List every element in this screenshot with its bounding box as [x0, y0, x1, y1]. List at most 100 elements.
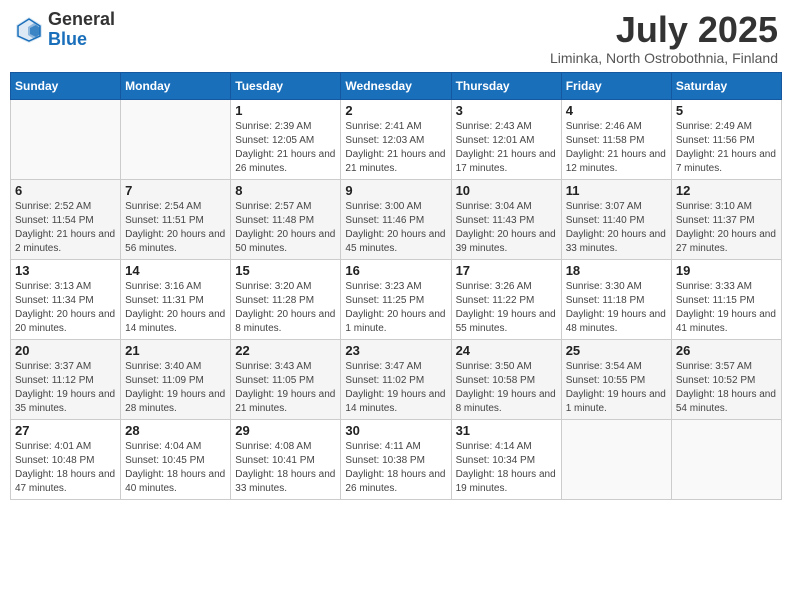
- day-number: 3: [456, 103, 557, 118]
- day-info: Sunrise: 3:37 AM Sunset: 11:12 PM Daylig…: [15, 360, 116, 416]
- day-number: 17: [456, 263, 557, 278]
- calendar-cell: 1 Sunrise: 2:39 AM Sunset: 12:05 AM Dayli…: [231, 99, 341, 179]
- calendar-cell: 18 Sunrise: 3:30 AM Sunset: 11:18 PM Dayl…: [561, 259, 671, 339]
- day-number: 1: [235, 103, 336, 118]
- calendar-cell: 19Sunrise: 3:33 AM Sunset: 11:15 PM Dayl…: [671, 259, 781, 339]
- calendar-cell: 14 Sunrise: 3:16 AM Sunset: 11:31 PM Dayl…: [121, 259, 231, 339]
- day-number: 15: [235, 263, 336, 278]
- weekday-friday: Friday: [561, 72, 671, 99]
- calendar-week-5: 27 Sunrise: 4:01 AM Sunset: 10:48 PM Dayl…: [11, 419, 782, 499]
- calendar-cell: 16Sunrise: 3:23 AM Sunset: 11:25 PM Dayl…: [341, 259, 451, 339]
- day-info: Sunrise: 3:16 AM Sunset: 11:31 PM Daylig…: [125, 280, 226, 336]
- calendar-week-2: 6 Sunrise: 2:52 AM Sunset: 11:54 PM Dayli…: [11, 179, 782, 259]
- day-number: 8: [235, 183, 336, 198]
- weekday-tuesday: Tuesday: [231, 72, 341, 99]
- day-info: Sunrise: 4:04 AM Sunset: 10:45 PM Daylig…: [125, 440, 226, 496]
- day-number: 12: [676, 183, 777, 198]
- logo-icon: [14, 15, 44, 45]
- calendar-title: July 2025: [550, 10, 778, 50]
- calendar-cell: [121, 99, 231, 179]
- weekday-wednesday: Wednesday: [341, 72, 451, 99]
- calendar-cell: 9Sunrise: 3:00 AM Sunset: 11:46 PM Dayli…: [341, 179, 451, 259]
- logo-general: General: [48, 10, 115, 30]
- day-info: Sunrise: 3:47 AM Sunset: 11:02 PM Daylig…: [345, 360, 446, 416]
- day-number: 5: [676, 103, 777, 118]
- weekday-monday: Monday: [121, 72, 231, 99]
- calendar-week-1: 1 Sunrise: 2:39 AM Sunset: 12:05 AM Dayli…: [11, 99, 782, 179]
- calendar-cell: 8 Sunrise: 2:57 AM Sunset: 11:48 PM Dayli…: [231, 179, 341, 259]
- day-number: 6: [15, 183, 116, 198]
- day-number: 20: [15, 343, 116, 358]
- calendar-cell: 28 Sunrise: 4:04 AM Sunset: 10:45 PM Dayl…: [121, 419, 231, 499]
- logo-blue: Blue: [48, 30, 115, 50]
- calendar-cell: 21 Sunrise: 3:40 AM Sunset: 11:09 PM Dayl…: [121, 339, 231, 419]
- weekday-thursday: Thursday: [451, 72, 561, 99]
- day-info: Sunrise: 4:14 AM Sunset: 10:34 PM Daylig…: [456, 440, 557, 496]
- calendar-cell: 3 Sunrise: 2:43 AM Sunset: 12:01 AM Dayli…: [451, 99, 561, 179]
- calendar-week-3: 13Sunrise: 3:13 AM Sunset: 11:34 PM Dayl…: [11, 259, 782, 339]
- calendar-cell: 22 Sunrise: 3:43 AM Sunset: 11:05 PM Dayl…: [231, 339, 341, 419]
- day-number: 4: [566, 103, 667, 118]
- calendar-week-4: 20 Sunrise: 3:37 AM Sunset: 11:12 PM Dayl…: [11, 339, 782, 419]
- weekday-header-row: SundayMondayTuesdayWednesdayThursdayFrid…: [11, 72, 782, 99]
- calendar-cell: 5 Sunrise: 2:49 AM Sunset: 11:56 PM Dayli…: [671, 99, 781, 179]
- day-info: Sunrise: 3:40 AM Sunset: 11:09 PM Daylig…: [125, 360, 226, 416]
- weekday-sunday: Sunday: [11, 72, 121, 99]
- calendar-cell: 20 Sunrise: 3:37 AM Sunset: 11:12 PM Dayl…: [11, 339, 121, 419]
- calendar-cell: 30Sunrise: 4:11 AM Sunset: 10:38 PM Dayl…: [341, 419, 451, 499]
- calendar-cell: 25 Sunrise: 3:54 AM Sunset: 10:55 PM Dayl…: [561, 339, 671, 419]
- day-info: Sunrise: 3:20 AM Sunset: 11:28 PM Daylig…: [235, 280, 336, 336]
- calendar-cell: 24 Sunrise: 3:50 AM Sunset: 10:58 PM Dayl…: [451, 339, 561, 419]
- day-number: 11: [566, 183, 667, 198]
- calendar-cell: [561, 419, 671, 499]
- calendar-cell: 27 Sunrise: 4:01 AM Sunset: 10:48 PM Dayl…: [11, 419, 121, 499]
- day-number: 18: [566, 263, 667, 278]
- page-header: General Blue July 2025 Liminka, North Os…: [10, 10, 782, 66]
- day-number: 9: [345, 183, 446, 198]
- day-info: Sunrise: 2:39 AM Sunset: 12:05 AM Daylig…: [235, 120, 336, 176]
- calendar-cell: [11, 99, 121, 179]
- calendar-cell: 13Sunrise: 3:13 AM Sunset: 11:34 PM Dayl…: [11, 259, 121, 339]
- calendar-table: SundayMondayTuesdayWednesdayThursdayFrid…: [10, 72, 782, 500]
- day-info: Sunrise: 4:01 AM Sunset: 10:48 PM Daylig…: [15, 440, 116, 496]
- day-info: Sunrise: 3:07 AM Sunset: 11:40 PM Daylig…: [566, 200, 667, 256]
- calendar-cell: 6 Sunrise: 2:52 AM Sunset: 11:54 PM Dayli…: [11, 179, 121, 259]
- day-info: Sunrise: 2:57 AM Sunset: 11:48 PM Daylig…: [235, 200, 336, 256]
- day-info: Sunrise: 3:43 AM Sunset: 11:05 PM Daylig…: [235, 360, 336, 416]
- day-number: 28: [125, 423, 226, 438]
- calendar-cell: 12 Sunrise: 3:10 AM Sunset: 11:37 PM Dayl…: [671, 179, 781, 259]
- day-number: 23: [345, 343, 446, 358]
- calendar-cell: 29Sunrise: 4:08 AM Sunset: 10:41 PM Dayl…: [231, 419, 341, 499]
- calendar-cell: 4Sunrise: 2:46 AM Sunset: 11:58 PM Dayli…: [561, 99, 671, 179]
- day-number: 31: [456, 423, 557, 438]
- day-number: 10: [456, 183, 557, 198]
- calendar-cell: [671, 419, 781, 499]
- day-info: Sunrise: 2:43 AM Sunset: 12:01 AM Daylig…: [456, 120, 557, 176]
- day-number: 22: [235, 343, 336, 358]
- calendar-cell: 11 Sunrise: 3:07 AM Sunset: 11:40 PM Dayl…: [561, 179, 671, 259]
- calendar-cell: 23 Sunrise: 3:47 AM Sunset: 11:02 PM Dayl…: [341, 339, 451, 419]
- day-info: Sunrise: 3:26 AM Sunset: 11:22 PM Daylig…: [456, 280, 557, 336]
- day-info: Sunrise: 3:30 AM Sunset: 11:18 PM Daylig…: [566, 280, 667, 336]
- day-number: 25: [566, 343, 667, 358]
- day-info: Sunrise: 3:23 AM Sunset: 11:25 PM Daylig…: [345, 280, 446, 336]
- logo-text: General Blue: [48, 10, 115, 50]
- day-info: Sunrise: 2:52 AM Sunset: 11:54 PM Daylig…: [15, 200, 116, 256]
- day-number: 14: [125, 263, 226, 278]
- calendar-cell: 17 Sunrise: 3:26 AM Sunset: 11:22 PM Dayl…: [451, 259, 561, 339]
- day-number: 30: [345, 423, 446, 438]
- day-number: 24: [456, 343, 557, 358]
- day-info: Sunrise: 3:10 AM Sunset: 11:37 PM Daylig…: [676, 200, 777, 256]
- day-number: 27: [15, 423, 116, 438]
- day-info: Sunrise: 2:41 AM Sunset: 12:03 AM Daylig…: [345, 120, 446, 176]
- day-number: 26: [676, 343, 777, 358]
- day-info: Sunrise: 3:13 AM Sunset: 11:34 PM Daylig…: [15, 280, 116, 336]
- calendar-cell: 31 Sunrise: 4:14 AM Sunset: 10:34 PM Dayl…: [451, 419, 561, 499]
- day-number: 21: [125, 343, 226, 358]
- day-info: Sunrise: 2:54 AM Sunset: 11:51 PM Daylig…: [125, 200, 226, 256]
- day-info: Sunrise: 3:54 AM Sunset: 10:55 PM Daylig…: [566, 360, 667, 416]
- day-info: Sunrise: 3:50 AM Sunset: 10:58 PM Daylig…: [456, 360, 557, 416]
- calendar-cell: 15 Sunrise: 3:20 AM Sunset: 11:28 PM Dayl…: [231, 259, 341, 339]
- day-info: Sunrise: 2:49 AM Sunset: 11:56 PM Daylig…: [676, 120, 777, 176]
- calendar-cell: 26Sunrise: 3:57 AM Sunset: 10:52 PM Dayl…: [671, 339, 781, 419]
